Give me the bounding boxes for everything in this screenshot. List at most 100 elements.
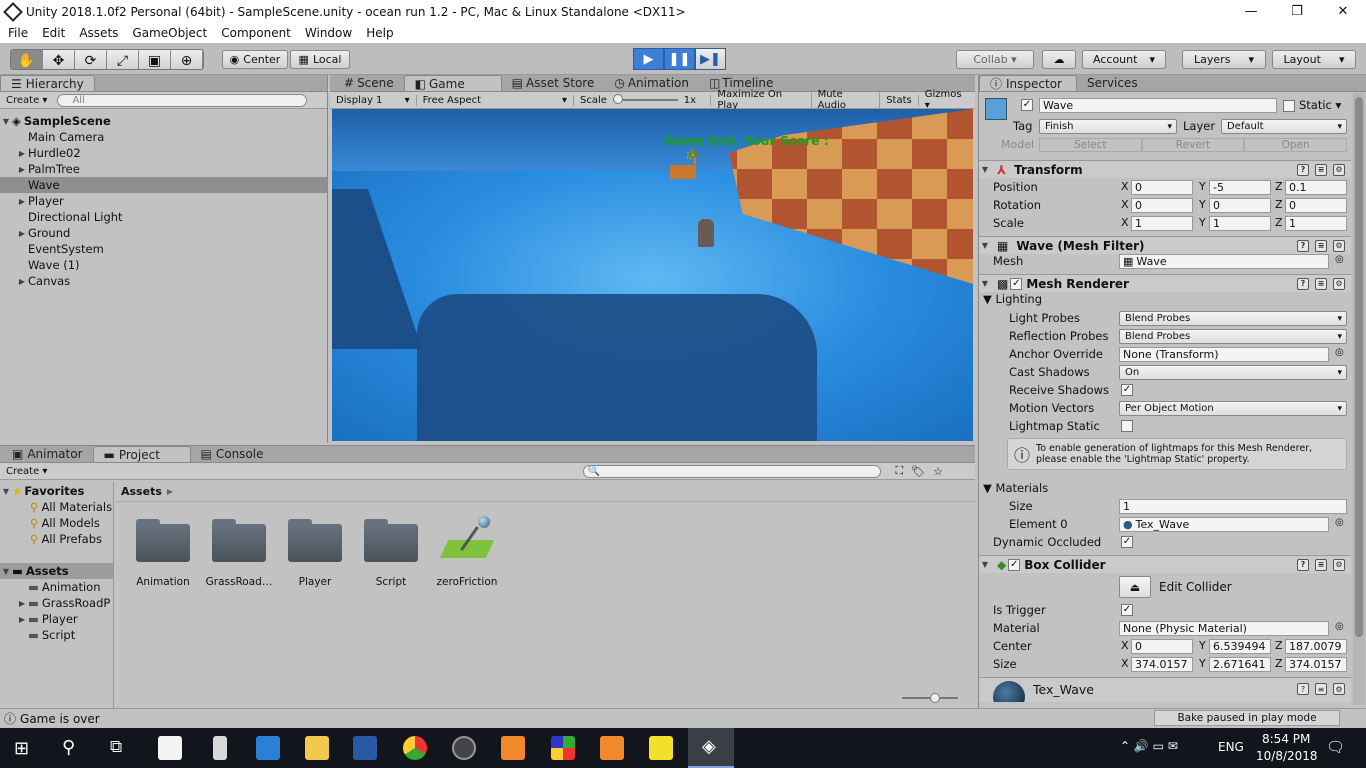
collab-button[interactable]: Collab ▾ [956, 50, 1034, 69]
folder-icon[interactable] [286, 518, 344, 562]
y-field[interactable]: -5 [1209, 180, 1271, 195]
hierarchy-item[interactable]: ▶ Ground [0, 225, 327, 241]
clock-date[interactable]: 10/8/2018 [1256, 749, 1318, 763]
icon-size-slider[interactable] [902, 693, 958, 703]
hierarchy-item[interactable]: ▶ Canvas [0, 273, 327, 289]
renderer-enabled-checkbox[interactable]: ✓ [1010, 277, 1023, 290]
lightmap-static-checkbox[interactable] [1121, 420, 1133, 432]
mute-audio-toggle[interactable]: Mute Audio [812, 89, 881, 111]
layer-dropdown[interactable]: Default [1221, 119, 1347, 134]
windows-start-icon[interactable]: ⊞ [14, 738, 29, 759]
physic-material-field[interactable]: None (Physic Material) [1119, 621, 1329, 636]
rotate-tool-icon[interactable]: ⟳ [75, 50, 107, 69]
hand-tool-icon[interactable]: ✋ [11, 50, 43, 69]
stats-toggle[interactable]: Stats [880, 94, 919, 106]
mesh-renderer-header[interactable]: ▼ ▩ ✓ Mesh Renderer? ≡ ⚙ [979, 274, 1351, 292]
mesh-filter-header[interactable]: ▼ ▦ Wave (Mesh Filter)? ≡ ⚙ [979, 236, 1351, 254]
help-icon[interactable]: ? [1297, 277, 1309, 290]
preset-icon[interactable]: ≡ [1315, 558, 1327, 571]
folder-icon[interactable] [134, 518, 192, 562]
collapse-arrow-icon[interactable]: ▼ [979, 560, 991, 569]
x-field[interactable]: 0 [1131, 639, 1193, 654]
z-field[interactable]: 0.1 [1285, 180, 1347, 195]
model-open-button[interactable]: Open [1244, 138, 1348, 152]
folder-icon[interactable] [210, 518, 268, 562]
help-icon[interactable]: ? [1297, 163, 1309, 176]
layout-dropdown[interactable]: Layout ▾ [1272, 50, 1356, 69]
asset-label[interactable]: Script [353, 576, 429, 588]
layers-dropdown[interactable]: Layers ▾ [1182, 50, 1266, 69]
xampp-icon[interactable] [600, 736, 624, 760]
is-trigger-checkbox[interactable]: ✓ [1121, 604, 1133, 616]
menu-gameobject[interactable]: GameObject [124, 26, 213, 40]
object-name-field[interactable]: Wave [1039, 98, 1277, 113]
inspector-scrollbar[interactable] [1353, 93, 1365, 705]
z-field[interactable]: 0 [1285, 198, 1347, 213]
y-field[interactable]: 0 [1209, 198, 1271, 213]
app-icon[interactable] [501, 736, 525, 760]
light-probes-dropdown[interactable]: Blend Probes [1119, 311, 1347, 326]
notification-icon[interactable]: 🗨 [1326, 738, 1345, 756]
element0-field[interactable]: ● Tex_Wave [1119, 517, 1329, 532]
reflection-probes-dropdown[interactable]: Blend Probes [1119, 329, 1347, 344]
word-icon[interactable] [353, 736, 377, 760]
mail-icon[interactable] [158, 736, 182, 760]
expand-arrow-icon[interactable]: ▶ [16, 277, 28, 286]
pause-icon[interactable]: ❚❚ [664, 48, 695, 70]
chrome-icon[interactable] [403, 736, 427, 760]
scene-root[interactable]: ▼ ◈ SampleScene [0, 113, 327, 129]
expand-arrow-icon[interactable]: ▶ [16, 599, 28, 608]
menu-assets[interactable]: Assets [71, 26, 124, 40]
preset-icon[interactable]: ≡ [1315, 277, 1327, 290]
tab-hierarchy[interactable]: ☰ Hierarchy [0, 75, 95, 91]
slider-thumb[interactable] [930, 693, 940, 703]
help-icon[interactable]: ? [1297, 558, 1309, 571]
hierarchy-item[interactable]: ▶ PalmTree [0, 161, 327, 177]
static-checkbox[interactable] [1283, 100, 1295, 112]
x-field[interactable]: 1 [1131, 216, 1193, 231]
tab-animation[interactable]: ◷ Animation [604, 75, 699, 91]
collapse-arrow-icon[interactable]: ▼ [979, 241, 991, 250]
hierarchy-item[interactable]: ▶ Player [0, 193, 327, 209]
asset-tree-item[interactable]: ▬ Animation [0, 579, 113, 595]
transform-header[interactable]: ▼ ⅄ Transform? ≡ ⚙ [979, 160, 1351, 178]
y-field[interactable]: 2.671641 [1209, 657, 1271, 672]
preset-icon[interactable]: ≡ [1315, 163, 1327, 176]
aspect-dropdown[interactable]: Free Aspect ▾ [417, 94, 575, 106]
pivot-center-button[interactable]: ◉ Center [222, 50, 288, 69]
asset-tree-item[interactable]: ▬ Script [0, 627, 113, 643]
tab-asset-store[interactable]: ▤ Asset Store [502, 75, 605, 91]
materials-foldout[interactable]: ▼ Materials [983, 481, 1048, 495]
y-field[interactable]: 6.539494 [1209, 639, 1271, 654]
search-icon[interactable]: ⚲ [62, 737, 75, 758]
hierarchy-item[interactable]: Wave (1) [0, 257, 327, 273]
tab-animator[interactable]: ▣ Animator [2, 446, 93, 462]
settings-gear-icon[interactable]: ⚙ [1333, 277, 1345, 290]
laptop-icon[interactable] [256, 736, 280, 760]
asset-tree-item[interactable]: ▶ ▬ GrassRoadP [0, 595, 113, 611]
clock-time[interactable]: 8:54 PM [1262, 732, 1310, 746]
tab-inspector[interactable]: ⓘ Inspector [979, 75, 1077, 91]
menu-edit[interactable]: Edit [34, 26, 71, 40]
hierarchy-item[interactable]: ▶ Hurdle02 [0, 145, 327, 161]
minimize-button[interactable]: — [1228, 0, 1274, 23]
active-checkbox[interactable]: ✓ [1021, 99, 1033, 111]
move-tool-icon[interactable]: ✥ [43, 50, 75, 69]
gizmos-dropdown[interactable]: Gizmos ▾ [919, 89, 975, 111]
maximize-button[interactable]: ❐ [1274, 0, 1320, 23]
asset-label[interactable]: GrassRoad… [201, 576, 277, 588]
object-picker-icon[interactable]: ◎ [1335, 517, 1344, 528]
anchor-override-field[interactable]: None (Transform) [1119, 347, 1329, 362]
menu-window[interactable]: Window [297, 26, 358, 40]
hierarchy-item[interactable]: Main Camera [0, 129, 327, 145]
object-picker-icon[interactable]: ◎ [1335, 621, 1344, 632]
favorite-item[interactable]: ⚲ All Prefabs [0, 531, 113, 547]
device-icon[interactable] [213, 736, 227, 760]
lighting-foldout[interactable]: ▼ Lighting [983, 292, 1042, 306]
z-field[interactable]: 374.0157 [1285, 657, 1347, 672]
status-message[interactable]: Game is over [20, 712, 100, 726]
settings-gear-icon[interactable]: ⚙ [1333, 163, 1345, 176]
physic-material-asset-icon[interactable] [438, 516, 496, 568]
expand-arrow-icon[interactable]: ▶ [16, 229, 28, 238]
tab-services[interactable]: Services [1077, 75, 1148, 91]
